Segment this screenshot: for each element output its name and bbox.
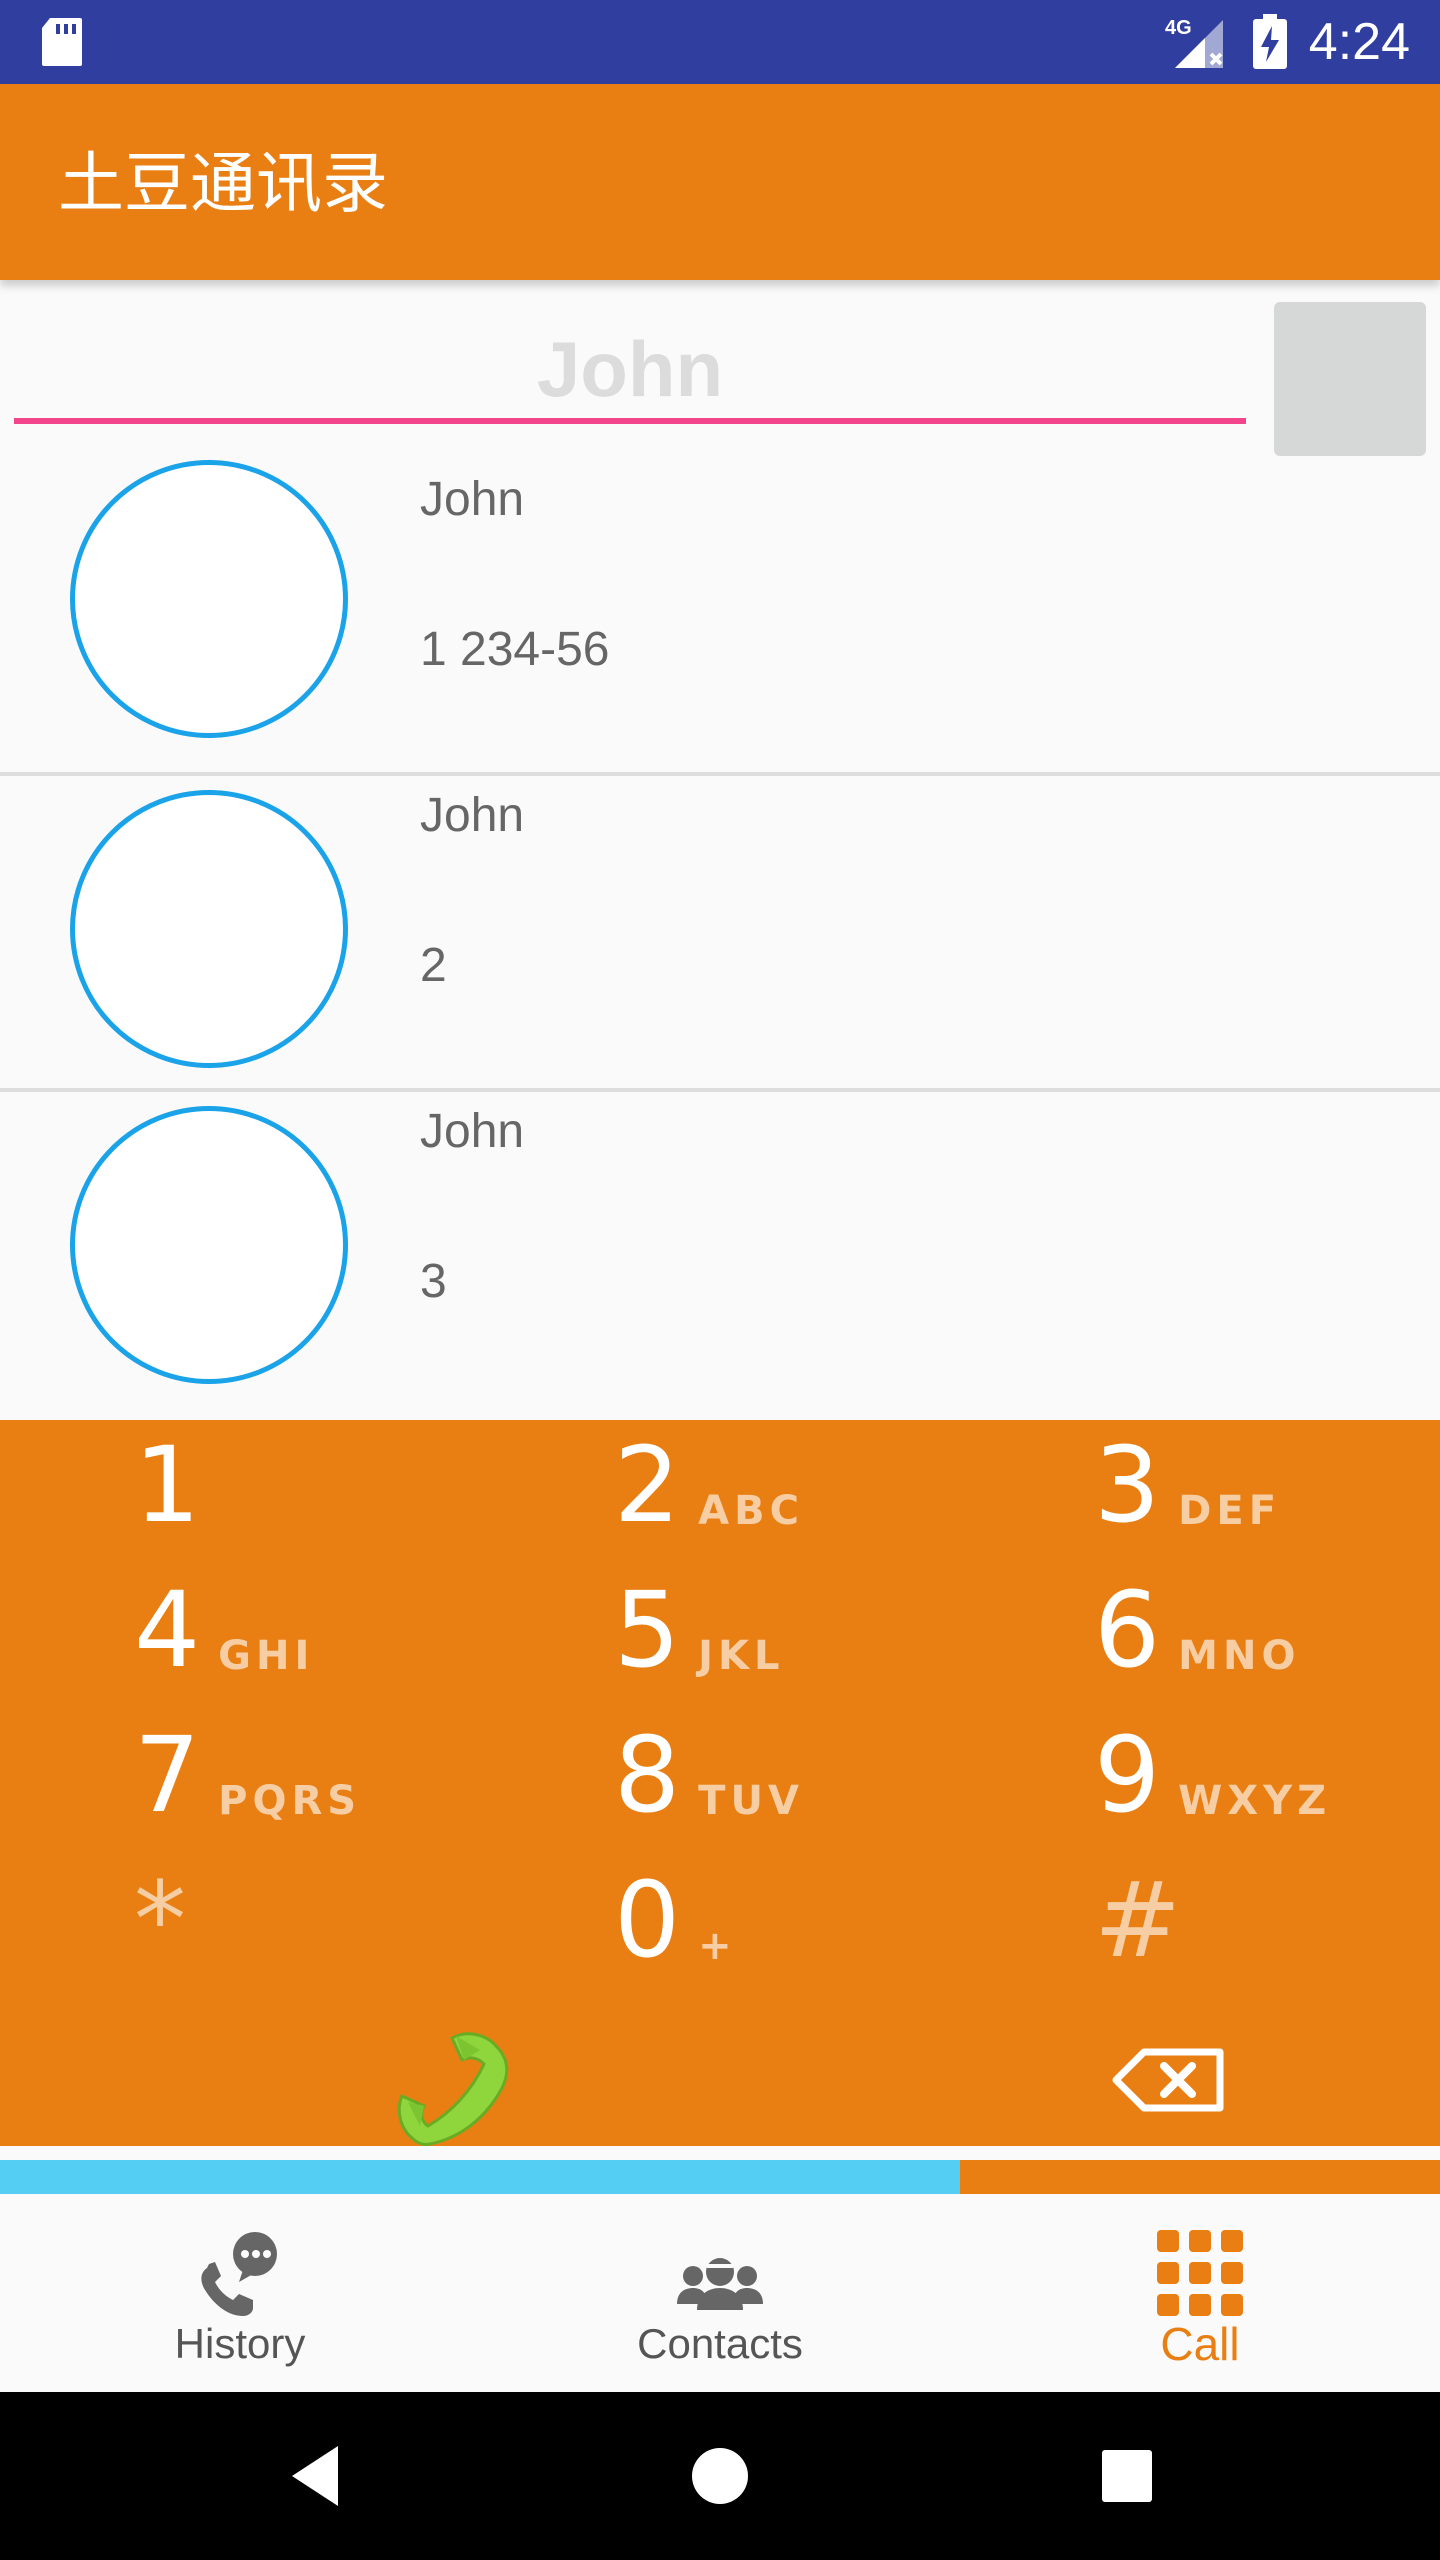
app-title: 土豆通讯录 bbox=[58, 145, 388, 222]
avatar bbox=[70, 790, 348, 1068]
key-letters: ABC bbox=[698, 1488, 804, 1534]
signal-icon: 4G bbox=[1165, 17, 1223, 68]
backspace-icon bbox=[1112, 2048, 1224, 2112]
search-row bbox=[0, 280, 1440, 460]
dial-key-6[interactable]: 6 MNO bbox=[1094, 1565, 1434, 1695]
call-history-icon bbox=[201, 2232, 277, 2316]
system-nav-bar bbox=[0, 2392, 1440, 2560]
battery-charging-icon bbox=[1253, 14, 1287, 69]
key-digit: 1 bbox=[134, 1424, 201, 1546]
status-time: 4:24 bbox=[1308, 13, 1410, 71]
back-icon[interactable] bbox=[286, 2436, 346, 2516]
contact-item[interactable]: John 3 bbox=[0, 1092, 1440, 1412]
dial-key-1[interactable]: 1 bbox=[134, 1420, 474, 1550]
tab-indicator-fill bbox=[0, 2160, 961, 2194]
key-digit: 5 bbox=[614, 1569, 681, 1691]
app-bar: 土豆通讯录 bbox=[0, 84, 1440, 280]
key-digit: 4 bbox=[134, 1569, 201, 1691]
key-letters: DEF bbox=[1178, 1488, 1282, 1534]
dial-key-9[interactable]: 9 WXYZ bbox=[1094, 1710, 1434, 1840]
contact-name: John bbox=[420, 473, 525, 526]
sd-card-icon bbox=[42, 18, 82, 66]
contact-name: John bbox=[420, 789, 525, 842]
dial-key-2[interactable]: 2 ABC bbox=[614, 1420, 954, 1550]
tab-call-label: Call bbox=[1160, 2318, 1240, 2370]
call-button[interactable] bbox=[390, 2010, 530, 2150]
key-letters: PQRS bbox=[218, 1778, 362, 1824]
network-type-label: 4G bbox=[1165, 17, 1192, 39]
key-digit: # bbox=[1094, 1859, 1182, 1981]
phone-call-icon bbox=[397, 2032, 509, 2146]
recents-icon[interactable] bbox=[1096, 2436, 1156, 2516]
contact-name: John bbox=[420, 1105, 525, 1158]
contact-number: 3 bbox=[420, 1255, 447, 1308]
key-digit: 7 bbox=[134, 1714, 201, 1836]
contact-number: 1 234-56 bbox=[420, 623, 610, 676]
key-digit: 2 bbox=[614, 1424, 681, 1546]
avatar bbox=[70, 460, 348, 738]
key-digit: 6 bbox=[1094, 1569, 1161, 1691]
tab-indicator bbox=[0, 2150, 1440, 2194]
dialpad: 1 2 ABC 3 DEF 4 GHI 5 JKL 6 MNO 7 PQRS 8 TUV 9W… bbox=[0, 1420, 1440, 2146]
backspace-button[interactable] bbox=[1110, 2040, 1230, 2120]
contact-item[interactable]: John 2 bbox=[0, 776, 1440, 1092]
key-digit: 3 bbox=[1094, 1424, 1161, 1546]
tab-history[interactable]: History bbox=[0, 2194, 480, 2392]
key-digit: 0 bbox=[614, 1859, 681, 1981]
key-letters: MNO bbox=[1178, 1633, 1301, 1679]
avatar bbox=[70, 1106, 348, 1384]
home-icon[interactable] bbox=[690, 2436, 750, 2516]
tab-history-label: History bbox=[174, 2320, 306, 2367]
search-input[interactable] bbox=[14, 320, 1246, 424]
status-bar: 4G 4:24 bbox=[0, 0, 1440, 84]
dial-key-0[interactable]: 0 + bbox=[614, 1855, 954, 1985]
key-letters: WXYZ bbox=[1178, 1778, 1332, 1824]
contact-number: 2 bbox=[420, 939, 447, 992]
key-digit: 9 bbox=[1094, 1714, 1161, 1836]
key-letters: + bbox=[698, 1923, 737, 1969]
contact-item[interactable]: John 1 234-56 bbox=[0, 460, 1440, 776]
dial-key-hash[interactable]: # bbox=[1094, 1855, 1434, 1985]
contact-list: John 1 234-56 John 2 John 3 bbox=[0, 460, 1440, 1420]
contacts-icon bbox=[677, 2258, 763, 2310]
tab-contacts[interactable]: Contacts bbox=[480, 2194, 960, 2392]
dial-key-star[interactable]: * bbox=[134, 1855, 474, 1985]
key-digit: 8 bbox=[614, 1714, 681, 1836]
dial-key-5[interactable]: 5 JKL bbox=[614, 1565, 954, 1695]
tab-contacts-label: Contacts bbox=[637, 2320, 803, 2367]
dial-key-4[interactable]: 4 GHI bbox=[134, 1565, 474, 1695]
search-button[interactable] bbox=[1274, 302, 1426, 456]
tab-call[interactable]: Call bbox=[960, 2194, 1440, 2392]
bottom-nav: History Contacts Call bbox=[0, 2194, 1440, 2392]
key-letters: TUV bbox=[698, 1778, 804, 1824]
dialpad-icon bbox=[1157, 2230, 1243, 2316]
key-letters: JKL bbox=[698, 1633, 785, 1679]
dial-key-3[interactable]: 3 DEF bbox=[1094, 1420, 1434, 1550]
key-digit: * bbox=[134, 1859, 186, 1981]
dial-key-7[interactable]: 7 PQRS bbox=[134, 1710, 474, 1840]
dial-key-8[interactable]: 8 TUV bbox=[614, 1710, 954, 1840]
key-letters: GHI bbox=[218, 1633, 315, 1679]
